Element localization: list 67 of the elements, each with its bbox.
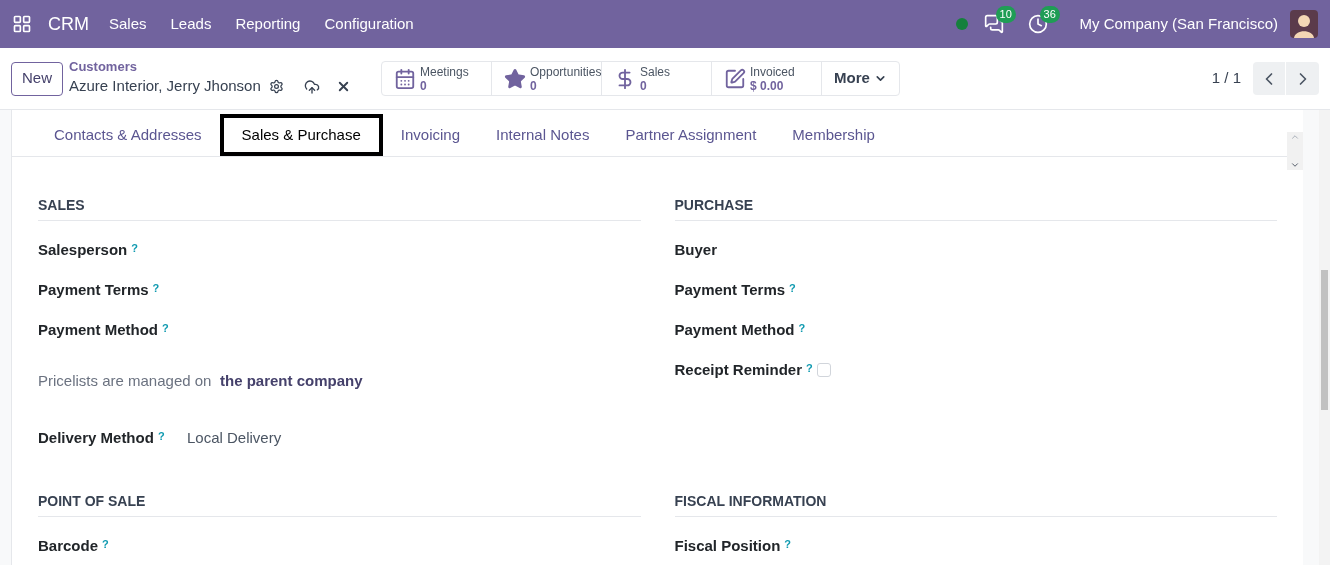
form-tab[interactable]: Internal Notes bbox=[478, 114, 608, 156]
breadcrumb-link[interactable]: Customers bbox=[69, 59, 381, 76]
stat-label: Invoiced bbox=[750, 64, 795, 79]
help-tooltip-mark[interactable]: ? bbox=[784, 538, 792, 550]
navbar-menu-item[interactable]: Leads bbox=[170, 12, 212, 36]
form-tab[interactable]: Sales & Purchase bbox=[219, 114, 383, 156]
field-label: Buyer bbox=[674, 239, 718, 260]
stat-value: 0 bbox=[640, 78, 648, 93]
form-tab[interactable]: Partner Assignment bbox=[607, 114, 775, 156]
parent-company-link[interactable]: the parent company bbox=[220, 369, 363, 393]
field-value[interactable]: Local Delivery bbox=[187, 426, 282, 450]
stat-value: $ 0.00 bbox=[750, 78, 785, 93]
apps-menu-icon[interactable] bbox=[12, 14, 32, 34]
tab-scrollbar[interactable] bbox=[1287, 132, 1303, 170]
field-label: Payment Terms bbox=[38, 279, 149, 300]
navbar-menu-item[interactable]: Configuration bbox=[324, 12, 414, 36]
field-label: Fiscal Position bbox=[674, 535, 781, 556]
field-label: Payment Terms bbox=[674, 279, 786, 300]
help-tooltip-mark[interactable]: ? bbox=[789, 282, 796, 294]
scroll-down-icon[interactable] bbox=[1290, 160, 1300, 170]
section-heading: PURCHASE bbox=[674, 195, 1277, 221]
notification-badge: 36 bbox=[1039, 6, 1060, 23]
smart-button[interactable]: Opportunities 0 bbox=[492, 62, 602, 95]
field-label: Payment Method bbox=[38, 319, 158, 340]
stat-label: Meetings bbox=[420, 64, 469, 79]
help-tooltip-mark[interactable]: ? bbox=[157, 430, 165, 442]
stat-label: Opportunities bbox=[530, 64, 602, 79]
smart-button[interactable]: Sales 0 bbox=[602, 62, 712, 95]
help-tooltip-mark[interactable]: ? bbox=[798, 322, 806, 334]
form-tab[interactable]: Membership bbox=[774, 114, 893, 156]
form-tab[interactable]: Contacts & Addresses bbox=[36, 114, 220, 156]
navbar-menu-item[interactable]: Reporting bbox=[235, 12, 301, 36]
more-dropdown[interactable]: More bbox=[822, 62, 899, 95]
field-label: Payment Method bbox=[674, 319, 795, 340]
notification-badge: 10 bbox=[995, 6, 1016, 23]
company-switcher[interactable]: My Company (San Francisco) bbox=[1079, 12, 1278, 36]
user-avatar[interactable] bbox=[1290, 10, 1318, 38]
checkbox[interactable] bbox=[816, 363, 831, 377]
record-title: Azure Interior, Jerry Jhonson bbox=[69, 76, 261, 97]
field-note: Pricelists are managed on bbox=[38, 370, 213, 391]
stat-value: 0 bbox=[530, 78, 537, 93]
section-heading: FISCAL INFORMATION bbox=[674, 491, 1277, 517]
pager-value: 1 / 1 bbox=[1211, 68, 1241, 89]
smart-button[interactable]: Invoiced $ 0.00 bbox=[712, 62, 822, 95]
field-label: Barcode bbox=[38, 535, 99, 556]
help-tooltip-mark[interactable]: ? bbox=[102, 538, 109, 550]
stat-label: Sales bbox=[640, 64, 671, 79]
field-label: Salesperson bbox=[38, 239, 128, 260]
help-tooltip-mark[interactable]: ? bbox=[162, 322, 169, 334]
new-button[interactable]: New bbox=[11, 61, 63, 96]
save-icon[interactable] bbox=[303, 78, 320, 95]
settings-icon[interactable] bbox=[268, 79, 284, 94]
navbar-menu-item[interactable]: Sales bbox=[109, 12, 147, 36]
section-heading: SALES bbox=[38, 195, 641, 221]
field-label: Receipt Reminder bbox=[674, 359, 803, 380]
stat-value: 0 bbox=[420, 78, 427, 93]
smart-button[interactable]: Meetings 0 bbox=[382, 62, 492, 95]
form-tab[interactable]: Invoicing bbox=[382, 114, 478, 156]
help-tooltip-mark[interactable]: ? bbox=[152, 282, 160, 294]
edit-icon bbox=[724, 67, 746, 90]
help-tooltip-mark[interactable]: ? bbox=[131, 242, 138, 254]
app-name[interactable]: CRM bbox=[48, 10, 89, 38]
section-heading: POINT OF SALE bbox=[38, 491, 641, 517]
calendar-icon bbox=[394, 67, 416, 90]
star-icon bbox=[504, 67, 526, 90]
help-tooltip-mark[interactable]: ? bbox=[806, 362, 813, 374]
field-label: Delivery Method bbox=[38, 427, 154, 448]
